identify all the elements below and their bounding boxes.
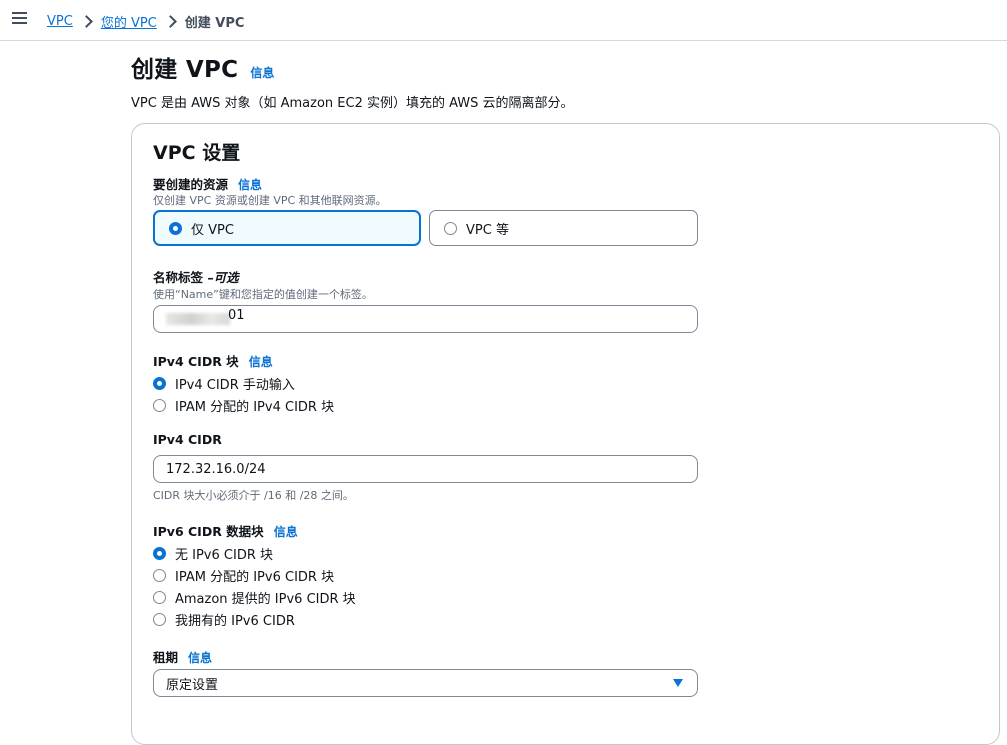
radio-button[interactable] <box>153 377 166 390</box>
tenancy-label: 租期 <box>153 650 179 665</box>
ipv4-cidr-input[interactable]: 172.32.16.0/24 <box>153 455 698 483</box>
page-description: VPC 是由 AWS 对象（如 Amazon EC2 实例）填充的 AWS 云的… <box>131 96 574 111</box>
name-tag-label: 名称标签 – <box>153 270 214 285</box>
page-header: 创建 VPC 信息 <box>131 50 274 84</box>
ipv4-cidr-value: 172.32.16.0/24 <box>166 461 266 477</box>
tenancy-label-row: 租期 信息 <box>153 647 212 666</box>
radio-vpc-only[interactable] <box>169 221 182 235</box>
name-tag-value-suffix: 01 <box>228 307 245 323</box>
radio-label: Amazon 提供的 IPv6 CIDR 块 <box>175 592 356 607</box>
resources-info-link[interactable]: 信息 <box>238 176 262 193</box>
tile-label-vpc-only: 仅 VPC <box>191 222 234 238</box>
tenancy-select[interactable]: 原定设置 <box>153 669 698 697</box>
radio-button[interactable] <box>153 569 166 582</box>
radio-label: IPAM 分配的 IPv6 CIDR 块 <box>175 570 335 585</box>
chevron-right-icon <box>163 14 177 28</box>
radio-button[interactable] <box>153 547 166 560</box>
radio-label: IPv4 CIDR 手动输入 <box>175 378 295 393</box>
ipv4-cidr-hint: CIDR 块大小必须介于 /16 和 /28 之间。 <box>153 489 354 502</box>
name-tag-description: 使用“Name”键和您指定的值创建一个标签。 <box>153 288 373 301</box>
ipv4-block-label: IPv4 CIDR 块 <box>153 354 239 369</box>
radio-label: 我拥有的 IPv6 CIDR <box>175 614 295 629</box>
ipv4-cidr-label: IPv4 CIDR <box>153 432 222 447</box>
breadcrumb-link-your-vpcs[interactable]: 您的 VPC <box>101 12 157 31</box>
tenancy-value: 原定设置 <box>166 677 219 693</box>
menu-icon[interactable] <box>12 11 28 25</box>
radio-label: 无 IPv6 CIDR 块 <box>175 548 273 563</box>
name-tag-optional: 可选 <box>213 270 239 285</box>
radio-ipv6-none[interactable]: 无 IPv6 CIDR 块 <box>153 544 273 563</box>
radio-button[interactable] <box>153 613 166 626</box>
page-title: 创建 VPC <box>131 57 239 83</box>
name-tag-label-row: 名称标签 – 可选 <box>153 267 239 286</box>
tile-label-vpc-and-more: VPC 等 <box>466 222 509 238</box>
radio-vpc-and-more[interactable] <box>444 221 457 235</box>
radio-button[interactable] <box>153 399 166 412</box>
ipv6-block-label-row: IPv6 CIDR 数据块 信息 <box>153 521 298 540</box>
resources-description: 仅创建 VPC 资源或创建 VPC 和其他联网资源。 <box>153 194 387 207</box>
radio-ipv4-ipam[interactable]: IPAM 分配的 IPv4 CIDR 块 <box>153 396 334 415</box>
vpc-settings-panel: VPC 设置 要创建的资源 信息 仅创建 VPC 资源或创建 VPC 和其他联网… <box>131 123 1000 745</box>
chevron-right-icon <box>79 14 93 28</box>
breadcrumb: VPC 您的 VPC 创建 VPC <box>47 11 244 31</box>
ipv4-block-info-link[interactable]: 信息 <box>249 353 273 370</box>
radio-ipv6-owned[interactable]: 我拥有的 IPv6 CIDR <box>153 610 295 629</box>
tile-vpc-and-more[interactable]: VPC 等 <box>429 210 698 246</box>
caret-down-icon <box>673 679 683 687</box>
ipv6-block-info-link[interactable]: 信息 <box>274 523 298 540</box>
name-tag-input[interactable]: 01 <box>153 305 698 333</box>
resources-label: 要创建的资源 <box>153 177 229 192</box>
radio-button[interactable] <box>153 591 166 604</box>
resources-label-row: 要创建的资源 信息 <box>153 174 262 193</box>
top-navigation-bar: VPC 您的 VPC 创建 VPC <box>0 0 1007 41</box>
breadcrumb-current: 创建 VPC <box>184 15 245 31</box>
tile-vpc-only[interactable]: 仅 VPC <box>153 210 421 246</box>
redacted-text <box>166 313 230 325</box>
page-info-link[interactable]: 信息 <box>250 64 274 81</box>
radio-label: IPAM 分配的 IPv4 CIDR 块 <box>175 400 335 415</box>
ipv4-cidr-label-row: IPv4 CIDR <box>153 432 222 447</box>
ipv4-block-label-row: IPv4 CIDR 块 信息 <box>153 351 273 370</box>
breadcrumb-link-vpc[interactable]: VPC <box>47 14 73 29</box>
tenancy-info-link[interactable]: 信息 <box>188 649 212 666</box>
ipv6-block-label: IPv6 CIDR 数据块 <box>153 524 264 539</box>
radio-ipv6-ipam[interactable]: IPAM 分配的 IPv6 CIDR 块 <box>153 566 334 585</box>
panel-title: VPC 设置 <box>153 142 241 164</box>
radio-ipv6-amazon[interactable]: Amazon 提供的 IPv6 CIDR 块 <box>153 588 356 607</box>
radio-ipv4-manual[interactable]: IPv4 CIDR 手动输入 <box>153 374 295 393</box>
